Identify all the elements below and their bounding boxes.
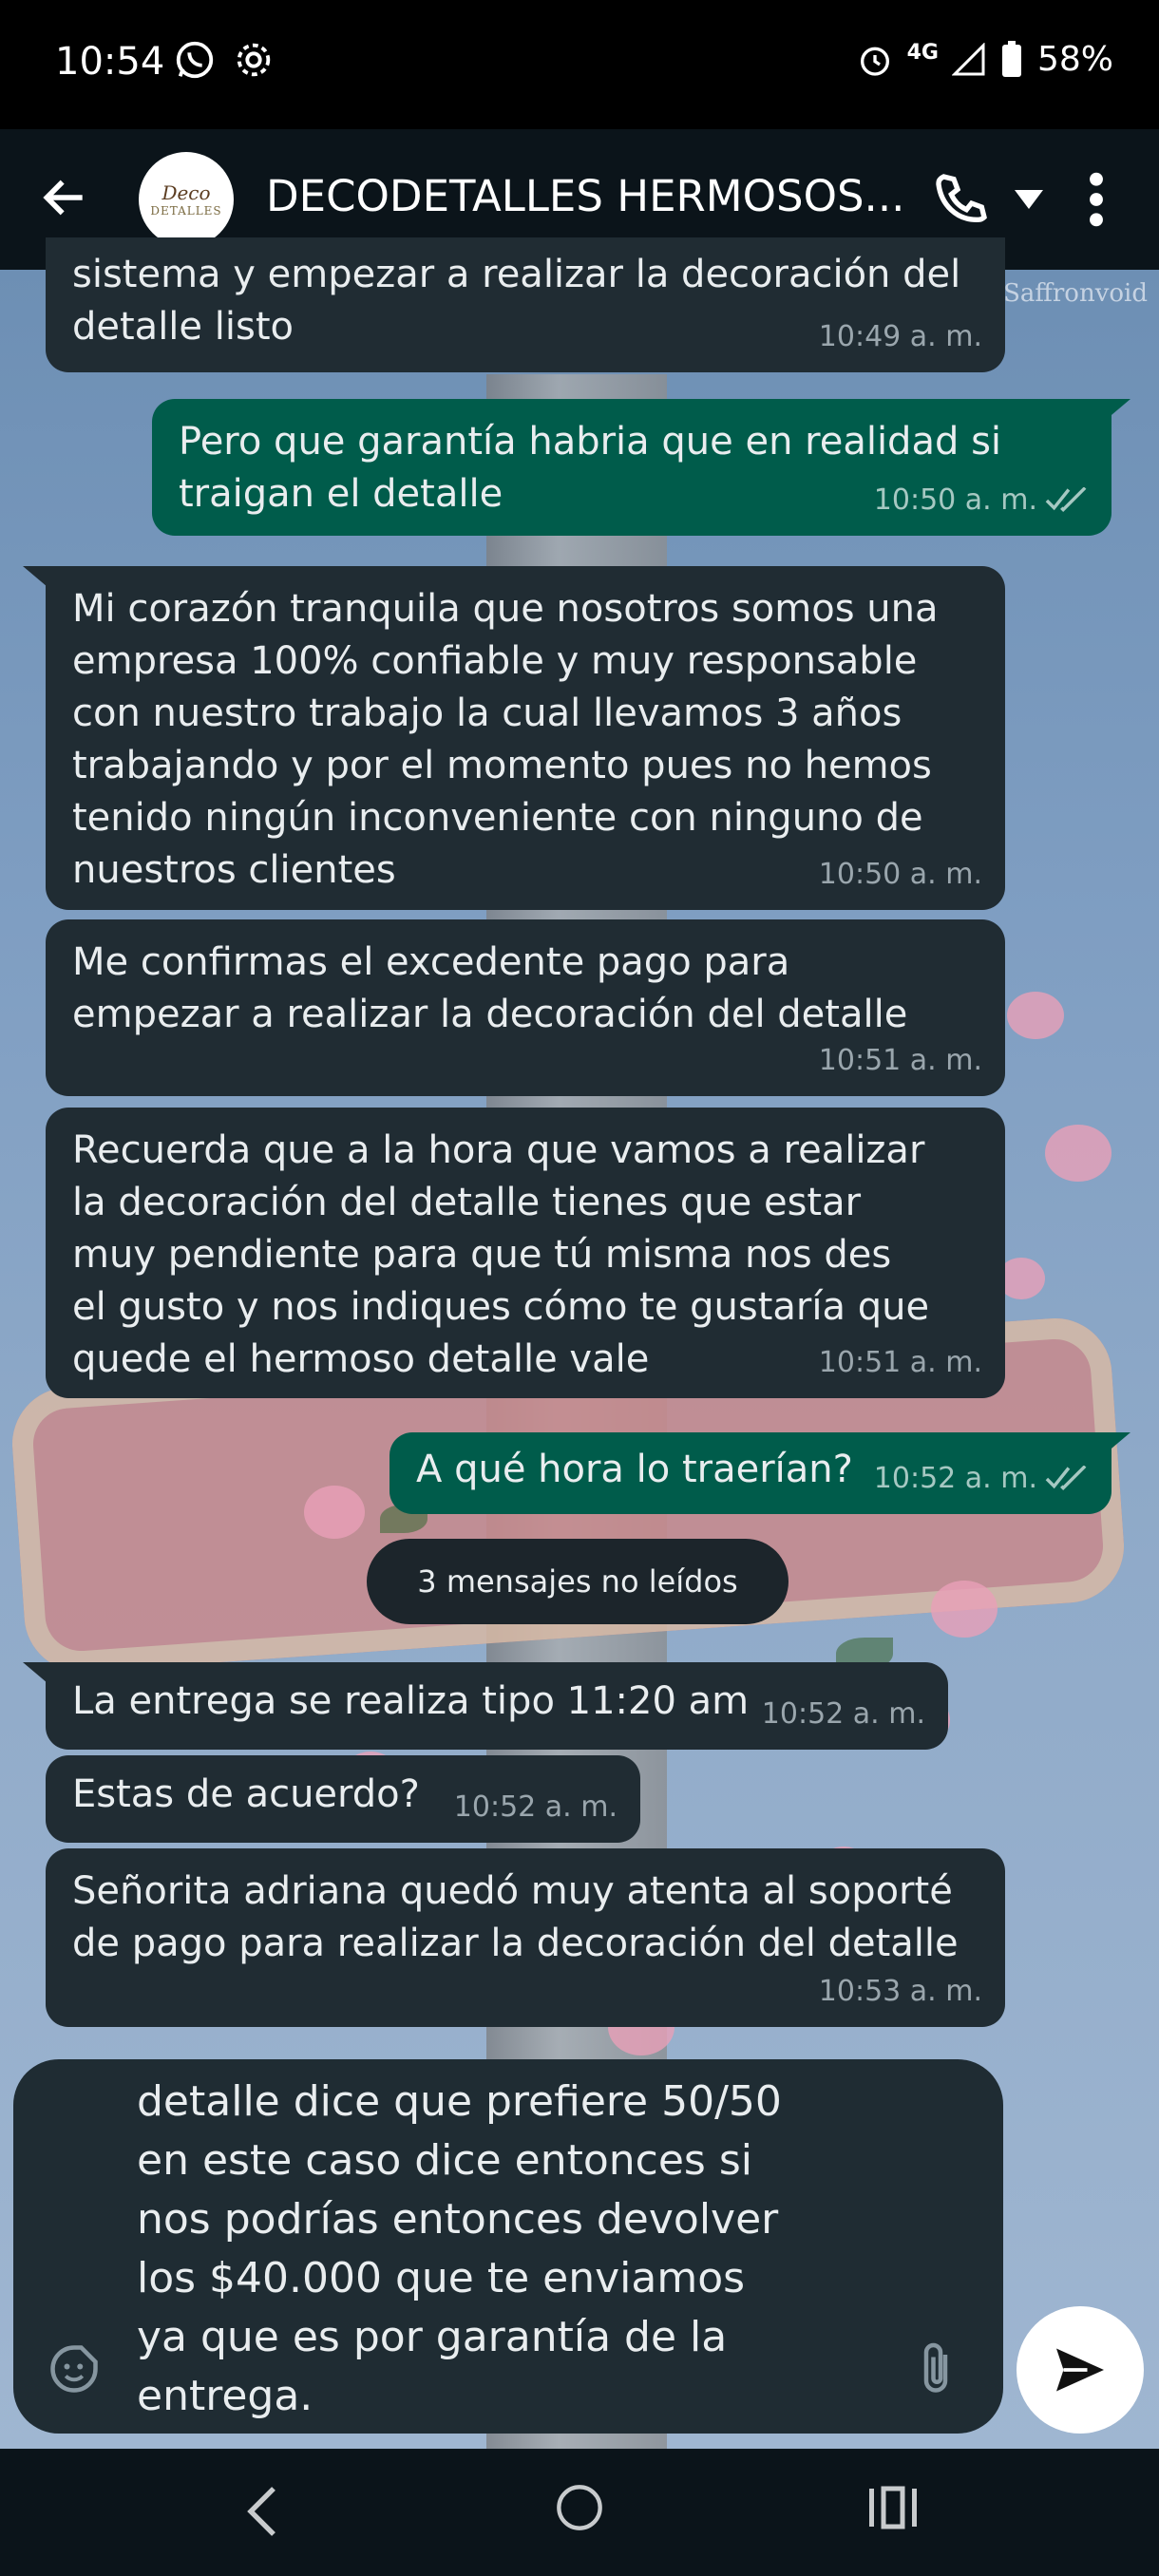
signal-icon (951, 42, 985, 75)
wallpaper-flower (304, 1486, 365, 1539)
back-arrow-icon[interactable] (38, 171, 91, 224)
double-check-icon (1045, 1465, 1087, 1490)
message-composer[interactable]: detalle dice que prefiere 50/50 en este … (13, 2059, 1003, 2434)
settings-icon (237, 43, 271, 77)
wallpaper-watermark: Saffronvoid (1003, 279, 1148, 308)
wallpaper-flower (1007, 992, 1064, 1039)
phone-icon[interactable] (931, 169, 992, 230)
status-time: 10:54 (55, 40, 165, 84)
send-button[interactable] (1016, 2306, 1144, 2434)
message-incoming[interactable]: Mi corazón tranquila que nosotros somos … (46, 566, 1005, 910)
message-outgoing[interactable]: A qué hora lo traerían? 10:52 a. m. (390, 1432, 1112, 1514)
send-icon (1056, 2348, 1104, 2392)
message-incoming[interactable]: sistema y empezar a realizar la decoraci… (46, 237, 1005, 372)
message-time: 10:52 a. m. (761, 1697, 925, 1731)
message-incoming[interactable]: Me confirmas el excedente pago para empe… (46, 919, 1005, 1096)
sticker-icon[interactable] (46, 2340, 103, 2397)
message-time: 10:52 a. m. (453, 1790, 618, 1824)
message-outgoing[interactable]: Pero que garantía habria que en realidad… (152, 399, 1112, 536)
message-incoming[interactable]: La entrega se realiza tipo 11:20 am 10:5… (46, 1662, 948, 1750)
status-bar: 10:54 4G 58% (0, 0, 1159, 129)
alarm-icon (860, 47, 889, 76)
network-type: 4G (906, 41, 939, 65)
wallpaper-flower (1045, 1125, 1112, 1182)
message-time: 10:52 a. m. (873, 1462, 1037, 1495)
chevron-down-icon[interactable] (1015, 188, 1043, 211)
message-incoming[interactable]: Señorita adriana quedó muy atenta al sop… (46, 1848, 1005, 2027)
message-text: Me confirmas el excedente pago para empe… (72, 940, 908, 1036)
message-incoming[interactable]: Recuerda que a la hora que vamos a reali… (46, 1108, 1005, 1398)
message-time: 10:51 a. m. (818, 1346, 982, 1379)
battery-level: 58% (1036, 40, 1113, 79)
whatsapp-icon (176, 41, 214, 79)
unread-messages-divider: 3 mensajes no leídos (367, 1539, 788, 1624)
battery-icon (1001, 40, 1021, 77)
message-time: 10:49 a. m. (818, 320, 982, 353)
nav-home-icon[interactable] (555, 2483, 604, 2532)
nav-back-icon[interactable] (243, 2483, 281, 2540)
attach-icon[interactable] (914, 2340, 958, 2397)
more-vert-icon[interactable] (1083, 169, 1110, 230)
status-right-icons: 4G 58% (856, 40, 1113, 79)
message-time: 10:50 a. m. (818, 858, 982, 891)
bubble-tail (23, 1662, 48, 1683)
message-incoming[interactable]: Estas de acuerdo? 10:52 a. m. (46, 1755, 640, 1843)
message-input[interactable]: detalle dice que prefiere 50/50 en este … (137, 2073, 878, 2426)
message-text: Señorita adriana quedó muy atenta al sop… (72, 1869, 959, 1965)
nav-recents-icon[interactable] (864, 2483, 922, 2532)
contact-avatar[interactable]: Deco DETALLES (139, 152, 234, 247)
contact-name[interactable]: DECODETALLES HERMOSOS... (266, 171, 904, 221)
bubble-tail (23, 566, 48, 587)
double-check-icon (1045, 486, 1087, 512)
system-nav-bar (0, 2449, 1159, 2576)
message-time: 10:51 a. m. (818, 1044, 982, 1077)
wallpaper-flower (931, 1581, 998, 1638)
message-time: 10:53 a. m. (818, 1975, 982, 2008)
status-notification-icons (173, 38, 276, 82)
message-time: 10:50 a. m. (873, 483, 1037, 517)
avatar-logo-subtext: DETALLES (150, 204, 222, 218)
avatar-logo-text: Deco (162, 181, 211, 204)
